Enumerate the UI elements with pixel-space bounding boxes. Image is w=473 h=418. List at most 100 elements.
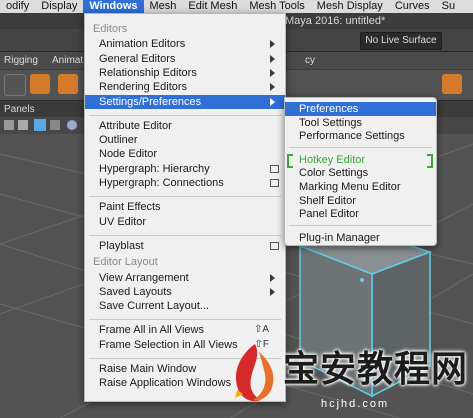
menu-item-label: Save Current Layout... [99, 300, 210, 313]
submenu-item[interactable]: Marking Menu Editor [285, 180, 436, 194]
menu-item[interactable]: Outliner [85, 133, 285, 147]
menu-item-label: Settings/Preferences [99, 95, 202, 108]
submenu-item[interactable]: Color Settings [285, 166, 436, 180]
submenu-arrow-icon [270, 97, 275, 106]
menu-item[interactable]: Relationship Editors [85, 66, 285, 80]
menu-item-shortcut: ⇧A [253, 324, 269, 336]
menu-item-label: Hypergraph: Hierarchy [99, 162, 210, 175]
menubar-item[interactable]: Display [35, 0, 83, 13]
menu-separator [89, 196, 281, 198]
submenu-arrow-icon [270, 273, 275, 282]
option-box-icon[interactable] [270, 179, 279, 187]
submenu-item[interactable]: Shelf Editor [285, 194, 436, 208]
menu-item-label: Outliner [99, 134, 138, 147]
shelf-tab-cy[interactable]: cy [305, 55, 315, 66]
menu-item-label: Playblast [99, 239, 144, 252]
menubar-item[interactable]: Curves [389, 0, 436, 13]
menubar-item[interactable]: Mesh [144, 0, 183, 13]
submenu-item[interactable]: Panel Editor [285, 207, 436, 221]
submenu-item-label: Performance Settings [299, 130, 405, 143]
submenu-arrow-icon [270, 287, 275, 296]
menu-item[interactable]: Paint Effects [85, 200, 285, 214]
submenu-item-label: Hotkey Editor [299, 153, 366, 166]
shelf-tool-icon[interactable] [30, 74, 50, 94]
shelf-tool-icon[interactable] [4, 74, 26, 96]
shelf-tool-icon[interactable] [442, 74, 462, 94]
menubar-item[interactable]: odify [0, 0, 35, 13]
submenu-item-label: Tool Settings [299, 116, 362, 129]
submenu-arrow-icon [270, 68, 275, 77]
menu-item-label: Raise Application Windows [99, 377, 232, 390]
menu-item[interactable]: Node Editor [85, 147, 285, 161]
menubar-item[interactable]: Edit Mesh [182, 0, 243, 13]
menu-item-label: Paint Effects [99, 201, 161, 214]
menu-item-label: Animation Editors [99, 38, 186, 51]
menubar-item[interactable]: Su [436, 0, 461, 13]
submenu-item-label: Plug-in Manager [299, 231, 380, 244]
menu-item[interactable]: Hypergraph: Connections [85, 176, 285, 190]
shelf-tab-animation[interactable]: Animat [52, 55, 83, 66]
submenu-arrow-icon [270, 83, 275, 92]
menu-item[interactable]: Saved Layouts [85, 285, 285, 299]
menu-item-label: Attribute Editor [99, 119, 172, 132]
menu-separator [289, 146, 432, 148]
menu-item[interactable]: Save Current Layout... [85, 299, 285, 313]
option-box-icon[interactable] [270, 164, 279, 173]
viewport-tool-icons[interactable] [0, 117, 88, 134]
menu-item-label: Relationship Editors [99, 66, 197, 79]
menu-item-label: General Editors [99, 52, 176, 65]
menu-item[interactable]: Settings/Preferences [85, 94, 285, 109]
menubar-item[interactable]: Windows [83, 0, 144, 13]
shelf-tab-rigging[interactable]: Rigging [4, 55, 38, 66]
menu-item-label: Rendering Editors [99, 81, 188, 94]
menu-item-label: UV Editor [99, 215, 147, 228]
menu-item-label: Node Editor [99, 148, 158, 161]
site-logo-icon [235, 344, 274, 402]
option-box-icon[interactable] [270, 241, 279, 250]
menu-section-header: Editor Layout [93, 256, 158, 269]
submenu-item-label: Panel Editor [299, 208, 359, 221]
site-watermark: 宝安教程网 hcjhd.com [225, 338, 473, 418]
menu-item[interactable]: Rendering Editors [85, 80, 285, 94]
menubar-item[interactable]: Mesh Display [311, 0, 389, 13]
window-title: Maya 2016: untitled* [285, 15, 386, 27]
menu-separator [89, 114, 281, 116]
menu-item-label: Saved Layouts [99, 285, 172, 298]
submenu-item-label: Marking Menu Editor [299, 181, 401, 193]
submenu-item[interactable]: Preferences [285, 102, 436, 116]
submenu-item[interactable]: Plug-in Manager [285, 231, 436, 245]
app-menubar: odify Display Windows Mesh Edit Mesh Mesh Too… [0, 0, 473, 13]
settings-preferences-submenu: Preferences Tool Settings Performance Sett… [284, 97, 437, 246]
menu-item[interactable]: UV Editor [85, 215, 285, 229]
watermark-title: 宝安教程网 [283, 349, 469, 390]
menu-item-label: Hypergraph: Connections [99, 177, 224, 189]
live-surface-button[interactable]: No Live Surface [360, 32, 442, 50]
menu-item[interactable]: Animation Editors [85, 37, 285, 51]
menu-item-label: Frame All in All Views [99, 324, 204, 337]
panels-bar: Panels [0, 103, 88, 117]
menu-item[interactable]: Playblast [85, 239, 285, 253]
menubar-item[interactable]: Mesh Tools [243, 0, 310, 13]
submenu-item[interactable]: Hotkey Editor [285, 153, 436, 168]
menu-item[interactable]: Frame All in All Views ⇧A [85, 323, 285, 337]
menu-item[interactable]: General Editors [85, 52, 285, 66]
submenu-arrow-icon [270, 40, 275, 49]
panels-menu[interactable]: Panels [4, 104, 35, 115]
submenu-item[interactable]: Performance Settings [285, 129, 436, 143]
submenu-item-label: Shelf Editor [299, 194, 356, 207]
watermark-url: hcjhd.com [321, 398, 390, 410]
menu-section-header: Editors [93, 23, 128, 35]
submenu-item-label: Preferences [299, 103, 359, 115]
menu-item[interactable]: Attribute Editor [85, 119, 285, 133]
menu-item[interactable]: View Arrangement [85, 271, 285, 285]
menu-item-label: Frame Selection in All Views [99, 338, 238, 351]
submenu-item-label: Color Settings [299, 167, 369, 180]
menu-item-label: Raise Main Window [99, 363, 197, 375]
submenu-item[interactable]: Tool Settings [285, 116, 436, 130]
submenu-arrow-icon [270, 54, 275, 63]
menu-item[interactable]: Hypergraph: Hierarchy [85, 162, 285, 176]
menu-item-label: View Arrangement [99, 271, 189, 284]
menu-separator [89, 234, 281, 236]
shelf-tool-icon[interactable] [58, 74, 78, 94]
menu-separator [89, 319, 281, 321]
